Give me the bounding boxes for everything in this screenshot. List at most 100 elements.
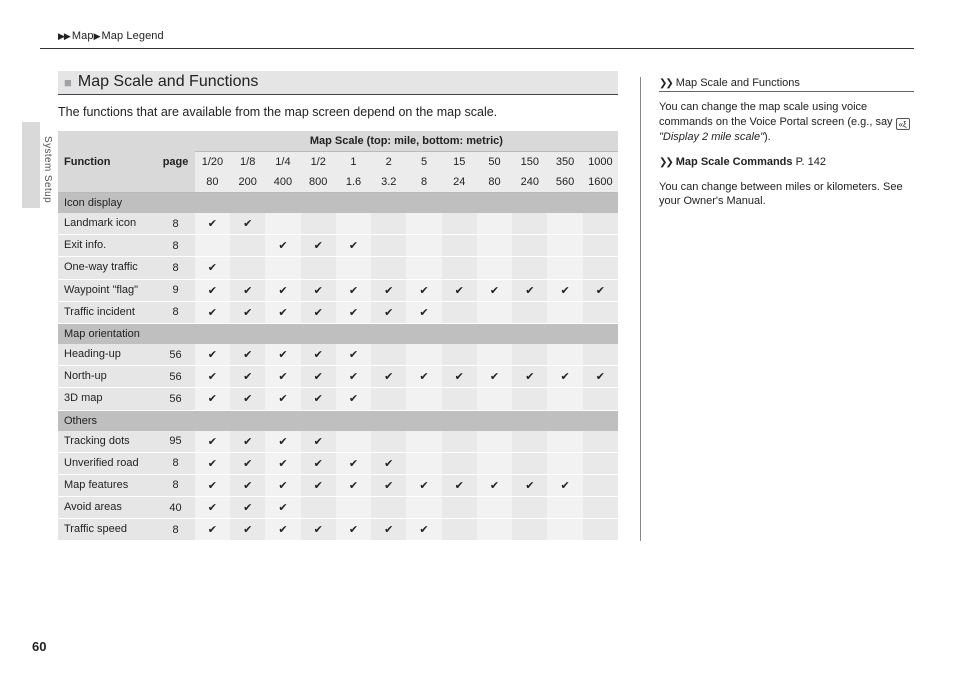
scale-cell	[477, 235, 512, 257]
scale-cell	[406, 235, 441, 257]
scale-mile: 50	[477, 152, 512, 173]
scale-cell	[230, 257, 265, 279]
breadcrumb: ▶▶Map▶Map Legend	[58, 30, 914, 42]
scale-cell	[406, 344, 441, 366]
check-icon: ✔	[384, 371, 393, 383]
page-ref: 40	[156, 497, 194, 519]
breadcrumb-icon: ▶▶	[58, 31, 70, 41]
scale-cell: ✔	[477, 474, 512, 496]
scale-cell	[371, 388, 406, 410]
check-icon: ✔	[314, 458, 323, 470]
scale-cell	[336, 213, 371, 235]
table-row: Traffic speed8✔✔✔✔✔✔✔	[58, 519, 618, 541]
scale-cell: ✔	[301, 452, 336, 474]
scale-cell	[477, 301, 512, 323]
check-icon: ✔	[278, 240, 287, 252]
aside-text: You can change the map scale using voice…	[659, 101, 896, 128]
scale-cell: ✔	[547, 279, 582, 301]
page-ref: 8	[156, 235, 194, 257]
check-icon: ✔	[384, 480, 393, 492]
check-icon: ✔	[208, 262, 217, 274]
page-ref: 8	[156, 452, 194, 474]
scale-cell: ✔	[195, 366, 230, 388]
check-icon: ✔	[278, 285, 287, 297]
scale-cell: ✔	[265, 452, 300, 474]
scale-mile: 1/2	[301, 152, 336, 173]
scale-cell	[442, 213, 477, 235]
function-name: Tracking dots	[58, 431, 156, 453]
scale-cell: ✔	[336, 474, 371, 496]
check-icon: ✔	[384, 285, 393, 297]
scale-cell	[371, 257, 406, 279]
scale-cell	[512, 301, 547, 323]
check-icon: ✔	[208, 502, 217, 514]
scale-cell: ✔	[547, 366, 582, 388]
check-icon: ✔	[278, 502, 287, 514]
check-icon: ✔	[243, 436, 252, 448]
scale-cell	[477, 257, 512, 279]
table-row: Traffic incident8✔✔✔✔✔✔✔	[58, 301, 618, 323]
category-row: Icon display	[58, 193, 618, 214]
check-icon: ✔	[455, 371, 464, 383]
check-icon: ✔	[243, 349, 252, 361]
scale-cell	[442, 344, 477, 366]
check-icon: ✔	[208, 349, 217, 361]
scale-cell: ✔	[230, 213, 265, 235]
scale-cell: ✔	[265, 235, 300, 257]
table-row: 3D map56✔✔✔✔✔	[58, 388, 618, 410]
check-icon: ✔	[314, 307, 323, 319]
check-icon: ✔	[278, 458, 287, 470]
scale-cell: ✔	[230, 279, 265, 301]
scale-cell: ✔	[195, 213, 230, 235]
scale-cell	[301, 257, 336, 279]
check-icon: ✔	[419, 307, 428, 319]
scale-cell: ✔	[265, 279, 300, 301]
check-icon: ✔	[314, 371, 323, 383]
scale-cell: ✔	[336, 452, 371, 474]
scale-mile: 1/4	[265, 152, 300, 173]
page-ref: 56	[156, 344, 194, 366]
scale-cell: ✔	[547, 474, 582, 496]
check-icon: ✔	[278, 480, 287, 492]
check-icon: ✔	[525, 285, 534, 297]
scale-cell: ✔	[336, 519, 371, 541]
scale-cell	[371, 213, 406, 235]
scale-cell: ✔	[406, 474, 441, 496]
scale-cell	[442, 452, 477, 474]
scale-cell: ✔	[512, 279, 547, 301]
scale-cell: ✔	[195, 279, 230, 301]
scale-cell	[371, 235, 406, 257]
scale-cell	[477, 497, 512, 519]
scale-cell	[583, 235, 618, 257]
scale-cell	[371, 344, 406, 366]
scale-cell	[301, 497, 336, 519]
scale-cell	[336, 257, 371, 279]
check-icon: ✔	[349, 371, 358, 383]
scale-cell: ✔	[301, 519, 336, 541]
aside-title-text: Map Scale and Functions	[676, 77, 800, 89]
scale-mile: 2	[371, 152, 406, 173]
scale-cell	[547, 213, 582, 235]
scale-cell: ✔	[477, 366, 512, 388]
scale-cell	[547, 388, 582, 410]
scale-cell	[406, 213, 441, 235]
scale-metric: 3.2	[371, 172, 406, 193]
breadcrumb-2: Map Legend	[102, 30, 164, 42]
check-icon: ✔	[314, 285, 323, 297]
scale-cell	[512, 388, 547, 410]
scale-cell	[547, 452, 582, 474]
scale-cell: ✔	[195, 474, 230, 496]
scale-metric: 400	[265, 172, 300, 193]
check-icon: ✔	[208, 458, 217, 470]
scale-cell	[477, 213, 512, 235]
scale-cell: ✔	[301, 235, 336, 257]
function-name: Traffic incident	[58, 301, 156, 323]
check-icon: ✔	[349, 393, 358, 405]
scale-cell	[583, 257, 618, 279]
scale-cell: ✔	[230, 344, 265, 366]
breadcrumb-icon: ▶	[94, 31, 100, 41]
scale-cell	[301, 213, 336, 235]
scale-cell: ✔	[336, 344, 371, 366]
check-icon: ✔	[243, 524, 252, 536]
check-icon: ✔	[419, 524, 428, 536]
